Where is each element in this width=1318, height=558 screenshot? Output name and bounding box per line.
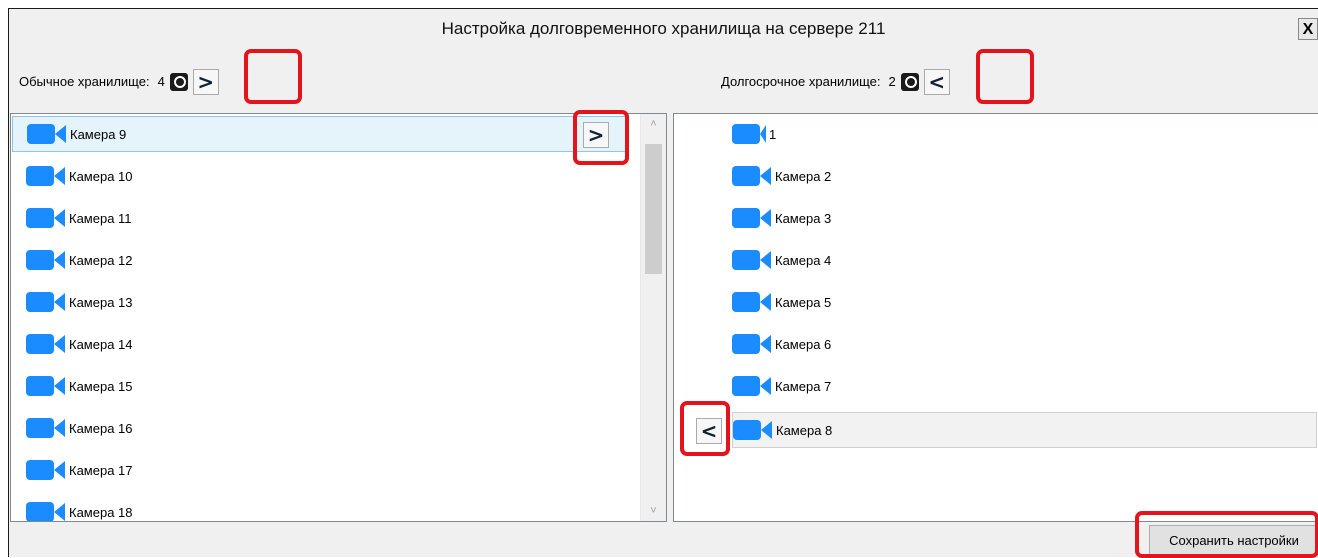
camera-icon [26,417,66,439]
camera-name: 1 [769,126,777,142]
scrollbar-thumb[interactable] [645,144,662,274]
camera-icon [26,165,66,187]
list-item[interactable]: Камера 5 [732,284,831,320]
list-item[interactable]: Камера 4 [732,242,831,278]
list-item[interactable]: Камера 8 [732,412,1317,448]
camera-name: Камера 2 [775,168,832,184]
camera-icon [26,249,66,271]
list-item[interactable]: Камера 7 [732,368,831,404]
camera-name: Камера 12 [69,252,133,268]
longterm-storage-list[interactable]: 1 Камера 2 Камера 3 Камера 4 Камера 5 Ка… [673,113,1318,522]
camera-icon [26,501,66,521]
longterm-storage-header: Долгосрочное хранилище: 2 < [721,69,950,95]
move-all-to-longterm-button[interactable]: > [192,69,219,95]
camera-icon [26,333,66,355]
camera-icon [732,207,772,229]
list-item[interactable]: Камера 3 [732,200,831,236]
camera-name: Камера 4 [775,252,832,268]
camera-name: Камера 7 [775,378,832,394]
camera-icon [27,123,67,145]
list-item[interactable]: Камера 2 [732,158,831,194]
list-item[interactable]: Камера 9 > [12,116,628,152]
camera-name: Камера 9 [70,126,127,142]
dialog-title: Настройка долговременного хранилища на с… [441,19,886,38]
save-settings-button[interactable]: Сохранить настройки [1149,525,1318,555]
list-item[interactable]: Камера 16 [12,410,133,446]
highlight-annotation [976,49,1034,104]
camera-icon [26,207,66,229]
list-item[interactable]: Камера 15 [12,368,133,404]
move-to-regular-button[interactable]: < [696,418,722,444]
camera-name: Камера 17 [69,462,133,478]
camera-name: Камера 3 [775,210,832,226]
regular-storage-count: 4 [157,74,165,89]
camera-icon [26,375,66,397]
list-item[interactable]: Камера 6 [732,326,831,362]
list-item[interactable]: Камера 10 [12,158,133,194]
list-item[interactable]: Камера 12 [12,242,133,278]
vertical-scrollbar[interactable]: ˄ ˅ [640,114,666,521]
close-button[interactable]: X [1298,18,1318,40]
camera-icon [732,165,772,187]
longterm-storage-count: 2 [888,74,896,89]
camera-name: Камера 6 [775,336,832,352]
camera-icon [733,419,773,441]
list-item[interactable]: Камера 13 [12,284,133,320]
camera-name: Камера 11 [69,210,132,226]
move-all-to-regular-button[interactable]: < [923,69,950,95]
camera-icon [26,291,66,313]
camera-name: Камера 18 [69,504,133,520]
list-item[interactable]: Камера 17 [12,452,133,488]
storage-settings-dialog: Настройка долговременного хранилища на с… [8,8,1318,558]
list-item[interactable]: Камера 18 [12,494,133,521]
longterm-storage-label: Долгосрочное хранилище: [721,74,881,89]
camera-icon [732,123,766,145]
chevron-down-icon[interactable]: ˅ [641,501,666,521]
camera-icon [732,333,772,355]
camera-name: Камера 15 [69,378,133,394]
disk-icon [900,73,919,91]
camera-icon [732,291,772,313]
camera-name: Камера 5 [775,294,832,310]
regular-storage-header: Обычное хранилище: 4 > [19,69,219,95]
highlight-annotation [244,49,302,104]
camera-icon [732,249,772,271]
camera-name: Камера 8 [776,422,833,438]
camera-icon [732,375,772,397]
list-item[interactable]: 1 [732,116,776,152]
list-item[interactable]: Камера 14 [12,326,133,362]
camera-name: Камера 16 [69,420,133,436]
camera-name: Камера 14 [69,336,133,352]
camera-name: Камера 13 [69,294,133,310]
regular-storage-list[interactable]: Камера 9 > Камера 10 Камера 11 Камера 12… [10,113,667,522]
list-item[interactable]: Камера 11 [12,200,132,236]
regular-storage-label: Обычное хранилище: [19,74,150,89]
disk-icon [169,73,188,91]
camera-name: Камера 10 [69,168,133,184]
camera-icon [26,459,66,481]
chevron-up-icon[interactable]: ˄ [641,114,666,134]
move-to-longterm-button[interactable]: > [583,122,609,148]
